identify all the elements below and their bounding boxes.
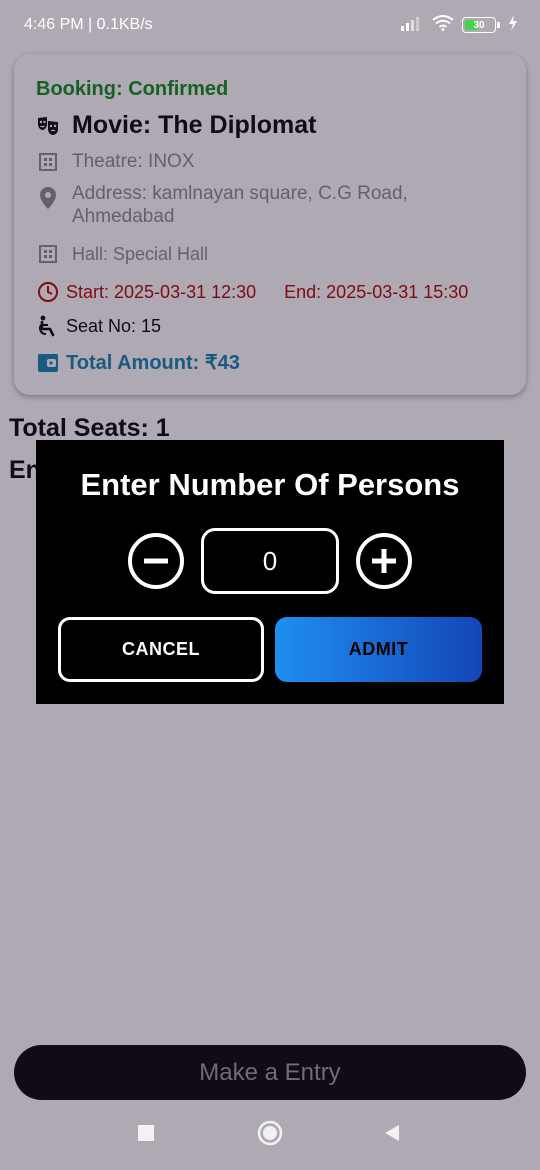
dialog-title: Enter Number Of Persons xyxy=(80,467,460,502)
charging-icon xyxy=(508,14,518,36)
status-bar: 4:46 PM | 0.1KB/s 30 xyxy=(0,0,540,50)
wifi-icon xyxy=(432,14,454,36)
persons-count-input[interactable]: 0 xyxy=(201,528,339,594)
recent-apps-button[interactable] xyxy=(131,1118,161,1148)
persons-stepper: 0 xyxy=(128,528,412,594)
signal-icon xyxy=(400,15,424,36)
square-icon xyxy=(138,1125,154,1141)
circle-home-icon xyxy=(257,1120,283,1146)
cancel-button[interactable]: CANCEL xyxy=(58,617,264,682)
persons-dialog: Enter Number Of Persons 0 CANCEL ADMIT xyxy=(36,440,504,704)
plus-circle-icon xyxy=(372,549,396,573)
back-triangle-icon xyxy=(385,1125,399,1141)
increment-button[interactable] xyxy=(356,533,412,589)
battery-icon: 30 xyxy=(462,17,500,33)
back-button[interactable] xyxy=(377,1118,407,1148)
status-time: 4:46 PM | 0.1KB/s xyxy=(24,16,153,33)
status-icons: 30 xyxy=(400,14,518,36)
decrement-button[interactable] xyxy=(128,533,184,589)
minus-circle-icon xyxy=(144,558,168,564)
admit-button[interactable]: ADMIT xyxy=(275,617,482,682)
home-button[interactable] xyxy=(255,1118,285,1148)
